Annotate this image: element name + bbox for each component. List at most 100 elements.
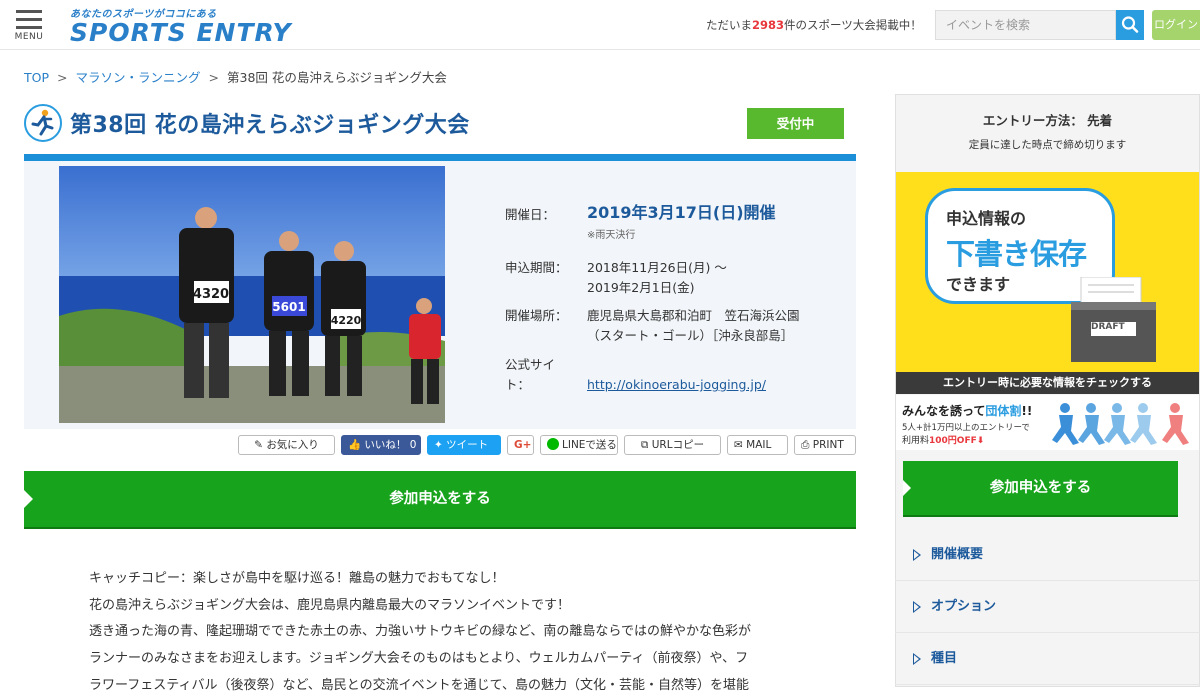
fee-label: 利用料 bbox=[902, 436, 930, 446]
menu-label: MENU bbox=[14, 32, 44, 42]
description-line: ランナーのみなさまをお迎えします。ジョギング大会そのものはもとより、ウェルカムパ… bbox=[89, 651, 749, 667]
nav-label: 開催概要 bbox=[931, 547, 984, 562]
mail-button[interactable]: ✉ MAIL bbox=[727, 435, 788, 455]
event-title: 第38回 花の島沖えらぶジョギング大会 bbox=[70, 113, 470, 138]
banner-line-1: 申込情報の bbox=[946, 209, 1027, 228]
draft-label: DRAFT bbox=[1091, 322, 1125, 332]
url-copy-label: URLコピー bbox=[651, 439, 705, 451]
hamburger-icon bbox=[16, 10, 42, 13]
down-arrow-icon: ⬇ bbox=[976, 436, 985, 446]
venue-label: 開催場所： bbox=[505, 308, 568, 323]
description-line: 花の島沖えらぶジョギング大会は、鹿児島県内離島最大のマラソンイベントです！ bbox=[89, 597, 571, 613]
date-value-block: 2019年3月17日(日)開催 ※雨天決行 bbox=[587, 203, 847, 246]
draft-save-banner[interactable]: 申込情報の 下書き保存 できます DRAFT エントリー時に必要な情報をチェック… bbox=[896, 172, 1199, 394]
entry-note: 定員に達した時点で締め切ります bbox=[968, 139, 1127, 151]
site-label-line-1: 公式サイ bbox=[505, 357, 556, 372]
tweet-button[interactable]: ✦ ツイート bbox=[427, 435, 501, 455]
breadcrumb: TOP > マラソン・ランニング > 第38回 花の島沖えらぶジョギング大会 bbox=[24, 67, 447, 86]
search-button[interactable] bbox=[1116, 10, 1144, 40]
sidebar-nav-categories[interactable]: 種目 bbox=[895, 633, 1200, 685]
runners-group-icon bbox=[1052, 403, 1189, 445]
like-label: いいね！ bbox=[364, 439, 407, 451]
discount-amount: 100円OFF bbox=[929, 436, 977, 446]
runner-icon bbox=[24, 104, 62, 142]
event-description: キャッチコピー：楽しさが島中を駆け巡る！離島の魅力でおもてなし！ 花の島沖えらぶ… bbox=[89, 566, 809, 700]
period-start: 2018年11月26日(月) ～ bbox=[587, 260, 727, 275]
search-input[interactable] bbox=[935, 10, 1116, 40]
breadcrumb-current: 第38回 花の島沖えらぶジョギング大会 bbox=[227, 70, 447, 85]
date-label: 開催日： bbox=[505, 207, 556, 222]
date-value: 2019年3月17日(日)開催 bbox=[587, 203, 776, 222]
copy-icon: ⧉ bbox=[640, 439, 652, 451]
count-prefix: ただいま bbox=[706, 18, 752, 32]
event-count-text: ただいま2983件のスポーツ大会掲載中！ bbox=[706, 17, 922, 33]
group-discount-banner[interactable]: みんなを誘って団体割!! 5人+計1万円以上のエントリーで 利用料100円OFF… bbox=[896, 395, 1199, 450]
group-text: みんなを誘って bbox=[902, 404, 986, 418]
share-bar: ✎ お気に入り 👍 いいね！ 0 ✦ ツイート G+ LINEで送る ⧉ URL… bbox=[0, 435, 860, 457]
print-button[interactable]: ⎙ PRINT bbox=[794, 435, 856, 455]
nav-label: オプション bbox=[931, 599, 997, 614]
thumbs-up-icon: 👍 bbox=[348, 439, 365, 451]
search-icon bbox=[1121, 16, 1139, 33]
entry-method: エントリー方法： 先着 bbox=[982, 113, 1113, 128]
chevron-right-icon bbox=[913, 549, 921, 561]
apply-label: 参加申込をする bbox=[389, 491, 491, 507]
period-end: 2019年2月1日(金) bbox=[587, 280, 695, 295]
bib-number: 5601 bbox=[272, 300, 305, 314]
mail-label: MAIL bbox=[746, 439, 772, 451]
login-button[interactable]: ログイン bbox=[1152, 10, 1200, 40]
nav-label: 種目 bbox=[931, 651, 958, 666]
pin-icon: ✎ bbox=[254, 439, 267, 451]
sidebar-apply-label: 参加申込をする bbox=[989, 480, 1092, 496]
like-count: 0 bbox=[409, 439, 417, 451]
official-site-link[interactable]: http://okinoerabu-jogging.jp/ bbox=[587, 377, 766, 392]
count-suffix: 件のスポーツ大会掲載中！ bbox=[784, 18, 922, 32]
bib-number: 4220 bbox=[331, 314, 362, 327]
status-badge: 受付中 bbox=[747, 108, 844, 139]
breadcrumb-top[interactable]: TOP bbox=[24, 70, 49, 85]
printer-icon: ⎙ bbox=[801, 439, 813, 451]
venue-value: 鹿児島県大島郡和泊町 笠石海浜公園 （スタート・ゴール）［沖永良部島］ bbox=[587, 306, 857, 346]
event-photo: 4320 5601 4220 bbox=[59, 166, 445, 423]
draft-box-icon bbox=[1071, 277, 1156, 362]
line-label: LINEで送る bbox=[562, 439, 617, 451]
gplus-button[interactable]: G+ bbox=[507, 435, 534, 455]
breadcrumb-marathon[interactable]: マラソン・ランニング bbox=[76, 70, 201, 85]
breadcrumb-separator: > bbox=[57, 70, 68, 85]
sidebar-apply-button[interactable]: 参加申込をする bbox=[903, 461, 1178, 515]
period-value: 2018年11月26日(月) ～ 2019年2月1日(金) bbox=[587, 258, 847, 298]
site-header: MENU あなたのスポーツがココにある SPORTS ENTRY ただいま298… bbox=[0, 0, 1200, 50]
group-exclaim: !! bbox=[1021, 404, 1033, 418]
group-highlight: 団体割 bbox=[985, 404, 1022, 418]
group-line-1: みんなを誘って団体割!! bbox=[902, 402, 1032, 419]
tweet-label: ツイート bbox=[446, 439, 489, 451]
line-button[interactable]: LINEで送る bbox=[540, 435, 618, 455]
mail-icon: ✉ bbox=[734, 439, 747, 451]
description-line: ラワーフェスティバル（後夜祭）など、島民との交流イベントを通じて、島の魅力（文化… bbox=[89, 677, 750, 693]
site-logo[interactable]: あなたのスポーツがココにある SPORTS ENTRY bbox=[70, 5, 292, 46]
apply-button[interactable]: 参加申込をする bbox=[24, 471, 856, 527]
sidebar-nav-overview[interactable]: 開催概要 bbox=[895, 529, 1200, 581]
site-label: 公式サイ ト： bbox=[505, 355, 583, 395]
sidebar-nav-options[interactable]: オプション bbox=[895, 581, 1200, 633]
bib-number: 4320 bbox=[193, 287, 229, 302]
favorite-label: お気に入り bbox=[266, 439, 319, 451]
site-label-line-2: ト： bbox=[505, 377, 531, 392]
favorite-button[interactable]: ✎ お気に入り bbox=[238, 435, 335, 455]
line-icon bbox=[547, 438, 559, 450]
venue-line-1: 鹿児島県大島郡和泊町 笠石海浜公園 bbox=[587, 308, 800, 323]
rain-note: ※雨天決行 bbox=[587, 230, 636, 241]
group-line-2: 5人+計1万円以上のエントリーで bbox=[902, 423, 1030, 433]
chevron-right-icon bbox=[913, 653, 921, 665]
breadcrumb-separator: > bbox=[208, 70, 219, 85]
description-line: 透き通った海の青、隆起珊瑚でできた赤土の赤、力強いサトウキビの緑など、南の離島な… bbox=[89, 624, 751, 640]
event-count-number: 2983 bbox=[752, 18, 785, 32]
arrow-right-icon bbox=[903, 480, 911, 496]
url-copy-button[interactable]: ⧉ URLコピー bbox=[624, 435, 721, 455]
banner-line-2: 下書き保存 bbox=[946, 237, 1087, 271]
menu-button[interactable]: MENU bbox=[10, 8, 48, 44]
facebook-like-button[interactable]: 👍 いいね！ 0 bbox=[341, 435, 421, 455]
title-divider bbox=[24, 154, 856, 161]
site-value: http://okinoerabu-jogging.jp/ bbox=[587, 375, 847, 395]
arrow-right-icon bbox=[24, 490, 33, 508]
